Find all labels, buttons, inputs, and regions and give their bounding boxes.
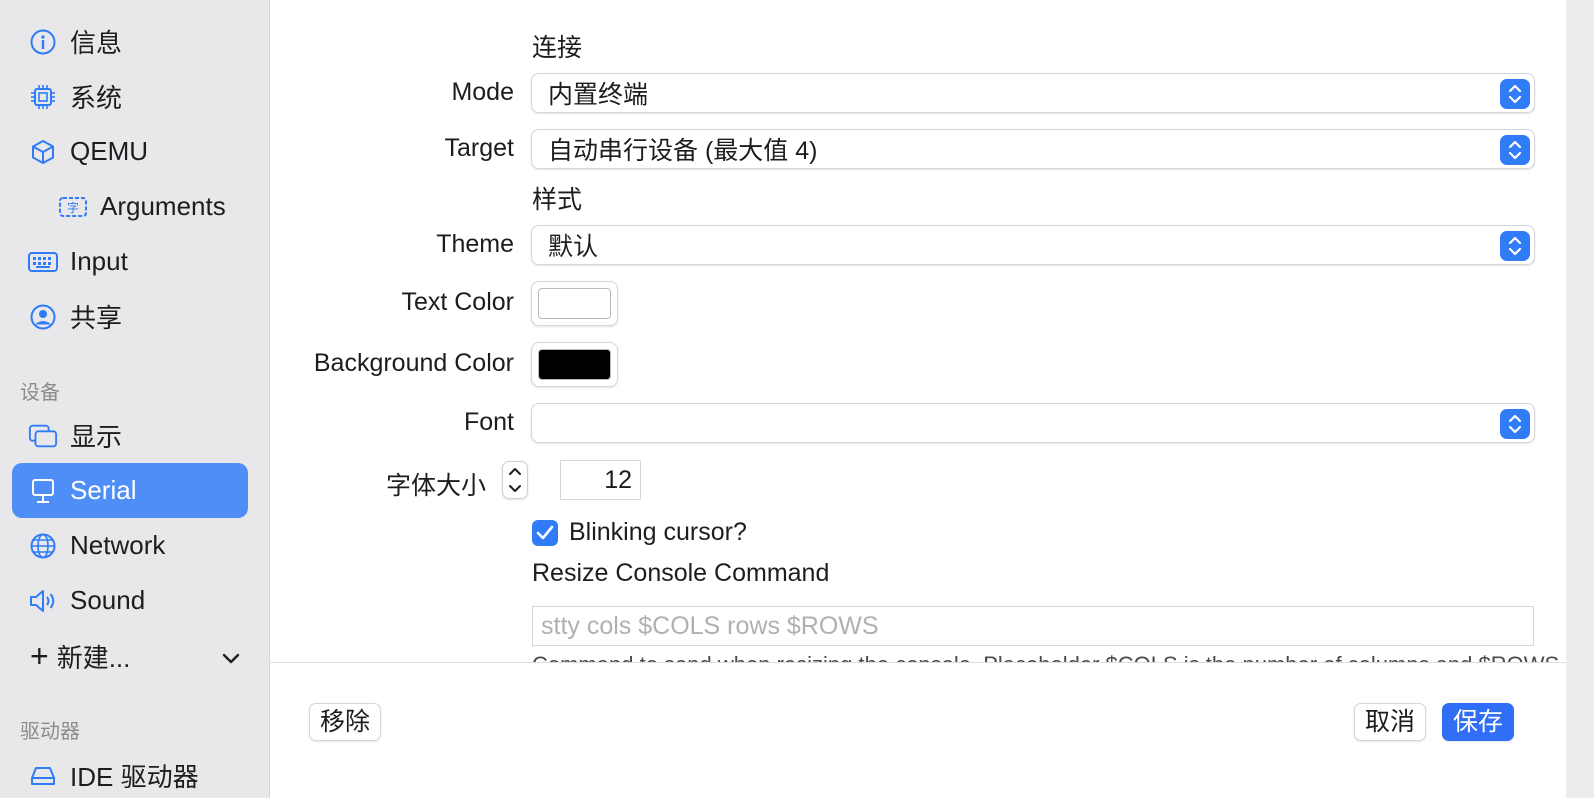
- checkmark-icon: [536, 525, 554, 540]
- drive-icon: [28, 761, 58, 791]
- svg-text:字: 字: [67, 200, 79, 215]
- popup-arrows-icon: [1500, 231, 1530, 261]
- footer-bar: 移除 取消 保存: [270, 662, 1566, 784]
- target-value: 自动串行设备 (最大值 4): [548, 137, 818, 165]
- theme-label: Theme: [436, 230, 514, 258]
- sidebar-item-label: 信息: [70, 28, 123, 58]
- mode-label: Mode: [451, 78, 514, 106]
- sidebar-item-sound[interactable]: Sound: [12, 573, 248, 628]
- serial-settings-panel: 连接 Mode 内置终端 Target 自动串行设备 (最大值 4) 样式 Th…: [270, 0, 1568, 662]
- text-color-swatch: [538, 288, 611, 319]
- sidebar-item-label: Input: [70, 246, 128, 276]
- theme-value: 默认: [548, 233, 599, 261]
- background-color-label: Background Color: [313, 349, 514, 377]
- info-icon: [28, 27, 58, 57]
- style-section-title: 样式: [532, 186, 583, 214]
- sidebar-item-label: QEMU: [70, 136, 148, 166]
- sidebar-item-ide-drive[interactable]: IDE 驱动器: [12, 748, 248, 798]
- background-color-well[interactable]: [531, 342, 618, 387]
- stepper-up-icon[interactable]: [508, 466, 522, 476]
- sidebar-item-label: Sound: [70, 585, 146, 615]
- popup-arrows-icon: [1500, 135, 1530, 165]
- font-label: Font: [463, 408, 514, 436]
- font-size-field[interactable]: 12: [560, 460, 641, 500]
- blinking-cursor-checkbox[interactable]: [532, 520, 558, 546]
- keyboard-icon: [28, 247, 58, 277]
- save-button[interactable]: 保存: [1442, 703, 1515, 741]
- sidebar-item-qemu[interactable]: QEMU: [12, 124, 248, 179]
- resize-command-help: Command to send when resizing the consol…: [532, 652, 1559, 662]
- blinking-cursor-label: Blinking cursor?: [569, 518, 747, 546]
- sidebar-item-label: 系统: [70, 83, 123, 113]
- resize-console-title: Resize Console Command: [532, 559, 830, 587]
- sidebar-item-label: Arguments: [100, 191, 226, 221]
- sidebar-item-label: Network: [70, 530, 166, 560]
- plus-icon: +: [30, 638, 49, 674]
- target-popup[interactable]: 自动串行设备 (最大值 4): [531, 129, 1535, 169]
- sidebar: 信息 系统 QEMU 字 Arguments Input 共享 设备 显示 Se…: [0, 0, 270, 798]
- sidebar-item-display[interactable]: 显示: [12, 408, 248, 463]
- mode-popup[interactable]: 内置终端: [531, 73, 1535, 113]
- text-color-well[interactable]: [531, 281, 618, 326]
- remove-button[interactable]: 移除: [309, 703, 382, 741]
- sidebar-item-info[interactable]: 信息: [12, 14, 248, 69]
- text-color-label: Text Color: [401, 288, 514, 316]
- sidebar-item-sharing[interactable]: 共享: [12, 289, 248, 344]
- cancel-button[interactable]: 取消: [1354, 703, 1427, 741]
- window-edge: [1566, 0, 1594, 798]
- chevron-down-icon[interactable]: [222, 641, 240, 672]
- devices-section-header: 设备: [20, 382, 60, 404]
- serial-icon: [28, 476, 58, 506]
- cube-icon: [28, 137, 58, 167]
- person-circle-icon: [28, 302, 58, 332]
- background-color-swatch: [538, 349, 611, 380]
- mode-value: 内置终端: [548, 81, 649, 109]
- arguments-icon: 字: [58, 192, 88, 222]
- sidebar-item-system[interactable]: 系统: [12, 69, 248, 124]
- popup-arrows-icon: [1500, 79, 1530, 109]
- sidebar-item-label: Serial: [70, 475, 137, 505]
- new-device-label: 新建...: [56, 642, 131, 673]
- drives-section-header: 驱动器: [20, 721, 80, 743]
- target-label: Target: [444, 134, 514, 162]
- font-size-label: 字体大小: [385, 472, 486, 500]
- sidebar-item-label: 显示: [70, 422, 123, 452]
- popup-arrows-icon: [1500, 409, 1530, 439]
- chip-icon: [28, 82, 58, 112]
- sidebar-item-serial[interactable]: Serial: [12, 463, 248, 518]
- globe-icon: [28, 531, 58, 561]
- new-device-button[interactable]: + 新建...: [30, 636, 240, 676]
- sidebar-item-label: 共享: [70, 303, 123, 333]
- font-size-stepper[interactable]: [502, 461, 528, 499]
- sidebar-item-arguments[interactable]: 字 Arguments: [12, 179, 248, 234]
- sidebar-item-label: IDE 驱动器: [70, 762, 199, 792]
- display-icon: [28, 421, 58, 451]
- stepper-down-icon[interactable]: [508, 484, 522, 494]
- theme-popup[interactable]: 默认: [531, 225, 1535, 265]
- resize-command-input[interactable]: stty cols $COLS rows $ROWS: [532, 606, 1534, 646]
- speaker-icon: [28, 586, 58, 616]
- connection-section-title: 连接: [532, 34, 583, 62]
- sidebar-item-input[interactable]: Input: [12, 234, 248, 289]
- sidebar-item-network[interactable]: Network: [12, 518, 248, 573]
- font-popup[interactable]: [531, 403, 1535, 443]
